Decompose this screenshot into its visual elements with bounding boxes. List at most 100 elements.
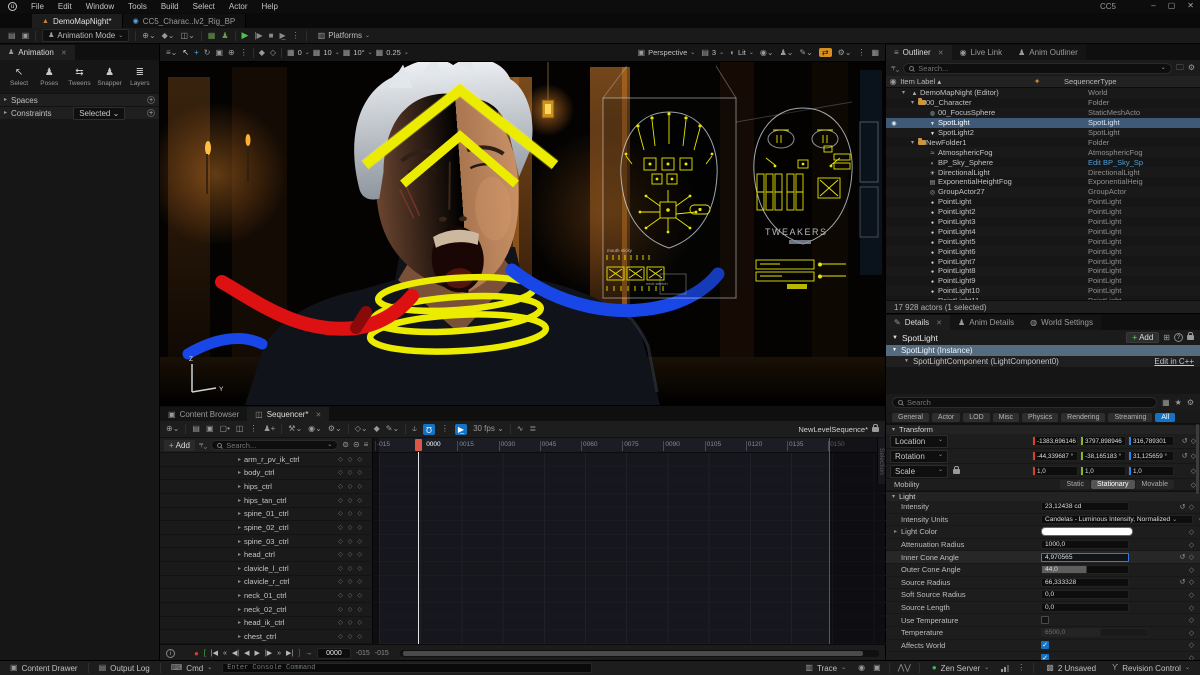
settings-icon[interactable]: ⚙ [1187, 399, 1194, 407]
sequencer-track-row[interactable]: ▸ spine_01_ctrl ◇ ◇ ◇ [160, 508, 372, 522]
viewport-scene[interactable]: mouth sticky neck stretch [160, 62, 885, 405]
next-key-icon[interactable]: ◇ [357, 565, 362, 572]
console-input[interactable] [227, 664, 587, 672]
next-key-icon[interactable]: ◇ [357, 633, 362, 640]
animation-tool-button[interactable]: ♟ Snapper [96, 67, 124, 87]
outliner-row[interactable]: ▾ GroupActor27 GroupActor [886, 187, 1200, 197]
expander-icon[interactable]: ▸ [238, 456, 241, 463]
keyframe-icon[interactable]: ◇ [1187, 503, 1196, 511]
property-row[interactable]: Source Radius 66,333328 ↺ ◇ [886, 577, 1200, 590]
timeline-ruler[interactable]: -015000000150030004500600075009001050120… [373, 438, 885, 453]
browse-sequence-icon[interactable]: ▣ [206, 425, 214, 433]
outliner-row[interactable]: ▾ PointLight PointLight [886, 197, 1200, 207]
search-input[interactable] [918, 64, 1157, 73]
outliner-row[interactable]: ▾ PointLight6 PointLight [886, 246, 1200, 256]
prev-key-icon[interactable]: ◇ [338, 606, 343, 613]
more-icon[interactable]: ⋮ [857, 49, 865, 57]
sequencer-track-row[interactable]: ▸ head_ctrl ◇ ◇ ◇ [160, 548, 372, 562]
mobility-option[interactable]: Stationary [1091, 480, 1135, 489]
keyframe-icon[interactable]: ◇ [1187, 604, 1196, 612]
close-button[interactable]: ✕ [1187, 1, 1194, 10]
autoscroll-icon[interactable]: ▶̲ [455, 424, 467, 435]
prev-key-icon[interactable]: ◇ [338, 524, 343, 531]
perspective-dropdown[interactable]: ▣Perspective⌄ [638, 48, 696, 57]
playhead-marker[interactable] [415, 439, 422, 451]
constraints-filter-dropdown[interactable]: Selected ⌄ [73, 107, 125, 120]
retimer-icon[interactable]: ⫝ [412, 425, 417, 433]
tab-level[interactable]: ▲ DemoMapNight* [32, 14, 123, 28]
rotate-tool-icon[interactable]: ↻ [204, 49, 211, 57]
reset-icon[interactable]: ↺ [1182, 437, 1188, 445]
render-movie-icon[interactable]: ◫ [236, 425, 244, 433]
sequencer-track-row[interactable]: ▸ arm_r_pv_ik_ctrl ◇ ◇ ◇ [160, 453, 372, 467]
viewport-options-icon[interactable]: ≡⌄ [166, 49, 177, 57]
menu-item[interactable]: Select [187, 1, 221, 12]
prev-key-icon[interactable]: ◇ [338, 592, 343, 599]
sequence-name[interactable]: NewLevelSequence* [798, 425, 868, 434]
property-row[interactable]: Soft Source Radius 0,0 ↺ ◇ [886, 589, 1200, 602]
scale-z-field[interactable]: 1,0 [1128, 466, 1174, 476]
light-color-swatch[interactable] [1041, 527, 1133, 536]
browse-content-icon[interactable]: ▣ [22, 32, 30, 40]
mobility-option[interactable]: Static [1060, 480, 1090, 489]
expander-icon[interactable]: ▸ [238, 497, 241, 504]
keyframe-icon[interactable]: ◇ [1187, 641, 1196, 649]
favorites-star-icon[interactable]: ★ [1175, 399, 1182, 407]
expander-icon[interactable]: ▸ [238, 469, 241, 476]
next-key-icon[interactable]: ◇ [357, 619, 362, 626]
settings-icon[interactable]: ⚙ [1188, 64, 1195, 72]
add-key-icon[interactable]: ◇ [348, 633, 353, 640]
tab-blueprint[interactable]: ◉ CC5_Charac..lv2_Rig_BP [123, 14, 247, 28]
tab-details[interactable]: ✎ Details ✕ [886, 315, 950, 330]
close-icon[interactable]: ✕ [61, 49, 67, 57]
constraints-section[interactable]: ▸ Constraints Selected ⌄ + [0, 106, 159, 119]
filter-chip[interactable]: All [1155, 413, 1175, 422]
sequencer-track-row[interactable]: ▸ spine_02_ctrl ◇ ◇ ◇ [160, 521, 372, 535]
add-key-icon[interactable]: ◇ [348, 551, 353, 558]
component-row[interactable]: ▼ SpotLightComponent (LightComponent0) E… [886, 356, 1200, 368]
filter-chip[interactable]: LOD [963, 413, 989, 422]
rotation-dropdown[interactable]: Rotation⌄ [890, 450, 948, 463]
collapse-tracks-icon[interactable]: ⊝ [353, 441, 360, 449]
actor-snap-icon[interactable]: ◇ [270, 49, 276, 57]
playback-end-marker[interactable] [829, 438, 830, 644]
outliner-row[interactable]: ▾ PointLight3 PointLight [886, 217, 1200, 227]
sequencer-track-row[interactable]: ▸ spine_03_ctrl ◇ ◇ ◇ [160, 535, 372, 549]
sequencer-track-row[interactable]: ▸ clavicle_r_ctrl ◇ ◇ ◇ [160, 576, 372, 590]
expander-icon[interactable]: ▸ [238, 565, 241, 572]
save-sequence-icon[interactable]: ▤ [192, 425, 200, 433]
filter-icon[interactable]: ⫧⌄ [199, 441, 207, 449]
property-row[interactable]: Intensity 23,12438 cd ↺ ◇ [886, 501, 1200, 514]
animation-tool-button[interactable]: ↖ Select [5, 67, 33, 87]
blueprint-convert-icon[interactable]: ⊞ [1163, 334, 1170, 342]
surface-snap-icon[interactable]: ◆ [259, 49, 265, 57]
keyframe-icon[interactable]: ◇ [1187, 553, 1196, 561]
select-tool-icon[interactable]: ↖ [182, 49, 189, 57]
rotation-y-field[interactable]: -38,165183 ° [1080, 451, 1126, 461]
range-end-value[interactable]: -015 [375, 650, 389, 657]
expander-icon[interactable]: ▸ [238, 578, 241, 585]
trace-dropdown[interactable]: ▥ Trace ⌄ [801, 664, 850, 673]
snap-value-button[interactable]: ▦0⌄ [287, 48, 310, 57]
console-input-box[interactable] [222, 663, 592, 673]
camera-count-dropdown[interactable]: ▤3⌄ [701, 48, 724, 57]
sequencer-track-row[interactable]: ▸ chest_ctrl ◇ ◇ ◇ [160, 630, 372, 644]
menu-item[interactable]: Help [256, 1, 284, 12]
instance-row[interactable]: ▼ SpotLight (Instance) [886, 345, 1200, 356]
location-y-field[interactable]: 3797,898946 [1080, 436, 1126, 446]
sequencer-track-row[interactable]: ▸ hips_tan_ctrl ◇ ◇ ◇ [160, 494, 372, 508]
property-row[interactable]: Temperature 6500,0 ↺ ◇ [886, 627, 1200, 640]
viewport-settings-icon[interactable]: ⚙⌄ [838, 49, 852, 57]
filter-chip[interactable]: Physics [1022, 413, 1058, 422]
close-icon[interactable]: ✕ [316, 411, 322, 419]
property-value-field[interactable]: 6500,0 [1041, 628, 1149, 637]
revision-control-dropdown[interactable]: ϒ Revision Control ⌄ [1108, 664, 1194, 673]
reset-icon[interactable]: ↺ [1178, 503, 1187, 511]
prev-key-button[interactable]: « [223, 650, 227, 657]
close-icon[interactable]: ✕ [938, 49, 944, 57]
add-key-icon[interactable]: ◇ [348, 619, 353, 626]
expander-icon[interactable]: ▾ [911, 139, 918, 146]
filter-chip[interactable]: Misc [993, 413, 1019, 422]
menu-item[interactable]: Build [155, 1, 185, 12]
edit-in-cpp-link[interactable]: Edit in C++ [1154, 357, 1194, 366]
